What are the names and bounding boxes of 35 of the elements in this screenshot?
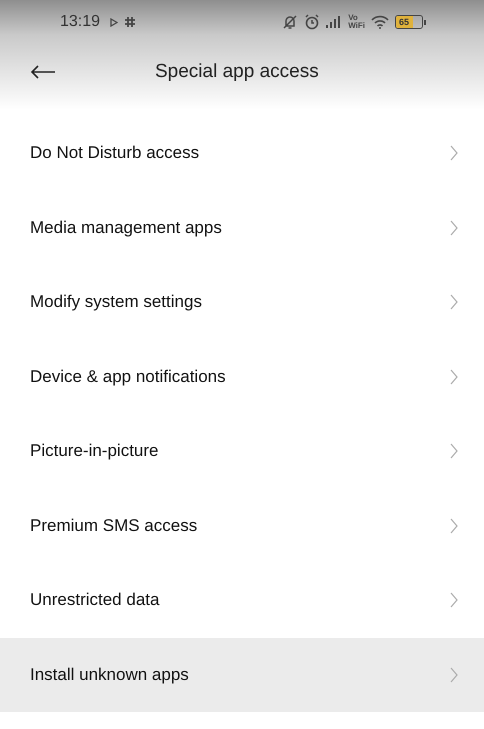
settings-item[interactable]: Modify system settings: [0, 265, 484, 340]
settings-item[interactable]: Device & app notifications: [0, 340, 484, 414]
settings-item[interactable]: Do Not Disturb access: [0, 116, 484, 190]
screen-title: Special app access: [155, 61, 319, 83]
settings-item[interactable]: Picture-in-picture: [0, 414, 484, 488]
item-label: Media management apps: [30, 218, 223, 238]
settings-item[interactable]: Premium SMS access: [0, 488, 484, 563]
item-label: Device & app notifications: [30, 366, 227, 387]
chevron-icon: [450, 443, 458, 460]
wifi-icon: [371, 15, 389, 29]
alarm-icon: [304, 14, 320, 30]
chevron-icon: [450, 592, 458, 608]
item-label: Premium SMS access: [30, 516, 198, 536]
chevron-icon: [450, 666, 458, 683]
item-label: Picture-in-picture: [30, 441, 160, 462]
play-icon: [110, 18, 118, 26]
chevron-icon: [450, 368, 458, 385]
chevron-icon: [450, 294, 458, 310]
item-label: Unrestricted data: [30, 590, 160, 610]
settings-item[interactable]: Install unknown apps: [0, 638, 484, 712]
chevron-icon: [450, 145, 458, 162]
settings-item[interactable]: Media management apps: [0, 190, 484, 265]
settings-item[interactable]: Unrestricted data: [0, 563, 484, 638]
chevron-icon: [450, 518, 458, 534]
clock-time: 13:19: [60, 13, 100, 31]
item-label: Do Not Disturb access: [30, 143, 200, 164]
muted-bell-icon: [282, 14, 298, 30]
vowifi-label: Vo WiFi: [348, 14, 365, 30]
chevron-icon: [450, 220, 458, 236]
battery-percent: 65: [397, 16, 412, 28]
signal-icon: [326, 16, 342, 28]
item-label: Modify system settings: [30, 292, 203, 312]
hash-icon: [124, 16, 136, 28]
item-label: Install unknown apps: [30, 664, 190, 685]
back-button[interactable]: [30, 65, 58, 79]
